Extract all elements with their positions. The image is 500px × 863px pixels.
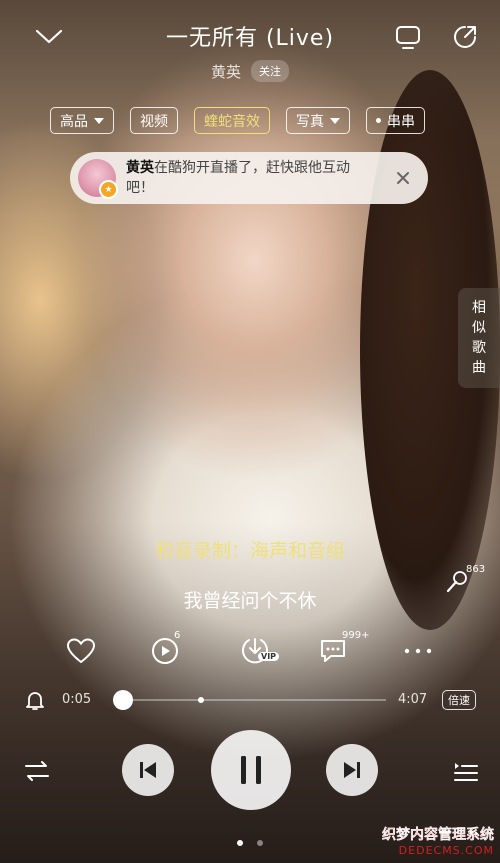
photo-chip[interactable]: 写真 xyxy=(286,107,350,134)
similar-char: 曲 xyxy=(472,360,486,376)
similar-char: 歌 xyxy=(472,340,486,356)
chuanchuan-label: 串串 xyxy=(387,113,415,130)
follow-button[interactable]: 关注 xyxy=(251,60,289,82)
previous-icon xyxy=(140,762,156,778)
watermark-domain: DEDECMS.COM xyxy=(398,844,494,857)
artist-name[interactable]: 黄英 xyxy=(211,61,241,82)
download-button[interactable] xyxy=(232,632,278,668)
timer-button[interactable] xyxy=(22,688,48,712)
page-dot-active[interactable] xyxy=(237,840,243,846)
mv-count: 6 xyxy=(174,630,181,641)
progress-handle[interactable] xyxy=(113,690,134,710)
notification-message: 在酷狗开直播了，赶快跟他互动吧！ xyxy=(126,160,350,196)
live-notification[interactable]: ★ 黄英在酷狗开直播了，赶快跟他互动吧！ xyxy=(70,152,428,204)
highlight-marker xyxy=(198,697,204,703)
next-button[interactable] xyxy=(326,744,378,796)
song-title: 一无所有 (Live) xyxy=(165,26,335,51)
progress-row: 0:05 4:07 倍速 xyxy=(0,688,500,712)
play-mode-button[interactable] xyxy=(20,754,54,788)
like-button[interactable] xyxy=(64,634,98,668)
comment-icon xyxy=(321,640,345,662)
bell-icon xyxy=(26,692,44,710)
next-lyric[interactable]: 我曾经问个不休 xyxy=(0,586,500,613)
karaoke-count: 863 xyxy=(466,564,486,575)
avatar: ★ xyxy=(78,159,118,199)
previous-button[interactable] xyxy=(122,744,174,796)
quality-chip[interactable]: 高品 xyxy=(50,107,114,134)
sound-effect-label: 蝰蛇音效 xyxy=(204,113,260,130)
dot-icon xyxy=(376,118,381,123)
pause-icon xyxy=(241,756,261,784)
photo-label: 写真 xyxy=(296,113,324,130)
chuanchuan-chip[interactable]: 串串 xyxy=(366,107,425,134)
notification-name: 黄英 xyxy=(126,160,154,176)
more-icon xyxy=(404,648,432,654)
caret-down-icon xyxy=(330,117,340,124)
total-time: 4:07 xyxy=(398,692,428,707)
next-icon xyxy=(344,762,360,778)
video-chip[interactable]: 视频 xyxy=(130,107,178,134)
playlist-icon xyxy=(454,763,478,781)
heart-icon xyxy=(66,638,96,664)
feature-chips: 高品 视频 蝰蛇音效 写真 串串 xyxy=(50,107,425,134)
similar-songs-tab[interactable]: 相 似 歌 曲 xyxy=(458,288,500,388)
watermark-title: 织梦内容管理系统 xyxy=(382,827,494,843)
similar-char: 似 xyxy=(472,320,486,336)
share-icon xyxy=(454,26,476,48)
more-button[interactable] xyxy=(400,636,436,666)
playlist-button[interactable] xyxy=(448,754,482,788)
notification-text: 黄英在酷狗开直播了，赶快跟他互动吧！ xyxy=(126,158,371,198)
tv-icon xyxy=(396,26,420,49)
comment-count: 999+ xyxy=(342,630,370,641)
similar-char: 相 xyxy=(472,300,486,316)
progress-track[interactable] xyxy=(118,699,386,701)
artist-row: 黄英 关注 xyxy=(0,60,500,82)
share-button[interactable] xyxy=(448,20,482,54)
tv-button[interactable] xyxy=(392,20,424,54)
quality-label: 高品 xyxy=(60,113,88,130)
vip-badge: VIP xyxy=(258,652,280,661)
close-icon xyxy=(397,172,409,184)
star-badge-icon: ★ xyxy=(99,180,118,199)
shuffle-icon xyxy=(25,761,49,781)
pause-button[interactable] xyxy=(211,730,291,810)
video-label: 视频 xyxy=(140,113,168,130)
close-notification-button[interactable] xyxy=(388,163,418,193)
page-dot[interactable] xyxy=(257,840,263,846)
elapsed-time: 0:05 xyxy=(62,692,92,707)
watermark: 织梦内容管理系统 DEDECMS.COM xyxy=(382,824,494,857)
speed-button[interactable]: 倍速 xyxy=(442,690,476,710)
caret-down-icon xyxy=(94,117,104,124)
sound-effect-chip[interactable]: 蝰蛇音效 xyxy=(194,107,270,134)
current-lyric[interactable]: 和音录制：海声和音组 xyxy=(0,536,500,563)
